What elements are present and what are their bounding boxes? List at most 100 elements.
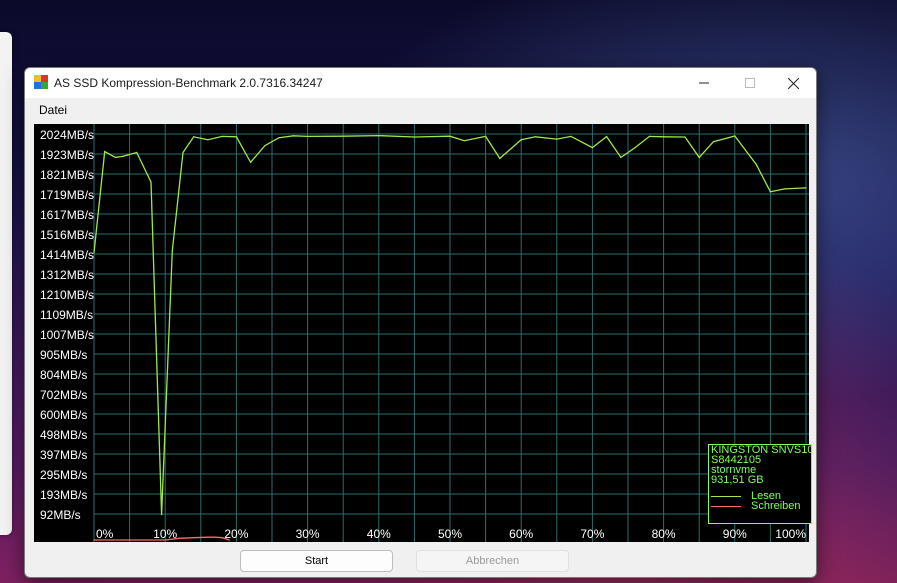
point-lesen <box>193 136 195 138</box>
minimize-icon <box>699 82 709 84</box>
point-lesen <box>121 155 124 158</box>
point-lesen <box>207 139 209 141</box>
point-schreiben <box>93 539 95 541</box>
background-window[interactable] <box>0 32 12 535</box>
y-tick-label: 397MB/s <box>40 448 87 462</box>
y-tick-label: 2024MB/s <box>40 128 94 142</box>
y-tick-label: 1007MB/s <box>40 328 94 342</box>
x-tick-label: 20% <box>224 527 248 541</box>
drive-legend: KINGSTON SNVS1000G S8442105 stornvme 931… <box>708 444 812 524</box>
point-schreiben <box>207 536 209 538</box>
y-tick-label: 1719MB/s <box>40 188 94 202</box>
y-tick-label: 1414MB/s <box>40 248 94 262</box>
point-lesen <box>221 135 223 137</box>
y-tick-label: 1821MB/s <box>40 168 94 182</box>
y-tick-label: 1210MB/s <box>40 288 94 302</box>
y-tick-label: 1923MB/s <box>40 148 94 162</box>
point-lesen <box>755 163 757 165</box>
point-lesen <box>606 135 608 138</box>
y-tick-label: 295MB/s <box>40 468 87 482</box>
point-lesen <box>684 136 686 138</box>
point-lesen <box>570 135 572 137</box>
y-tick-label: 498MB/s <box>40 428 87 442</box>
point-lesen <box>136 151 138 154</box>
point-lesen <box>634 146 636 149</box>
point-lesen <box>663 136 665 138</box>
maximize-icon <box>745 78 755 88</box>
x-tick-label: 60% <box>509 527 533 541</box>
point-schreiben <box>178 537 181 539</box>
y-tick-label: 92MB/s <box>40 508 81 522</box>
menu-bar: Datei <box>25 98 816 122</box>
point-lesen <box>264 145 266 147</box>
y-tick-label: 702MB/s <box>40 388 87 402</box>
x-tick-label: 70% <box>580 527 604 541</box>
point-lesen <box>520 139 522 141</box>
point-lesen <box>150 181 152 183</box>
chart-svg: 2024MB/s 1923MB/s 1821MB/s 1719MB/s 1617MB/s… <box>40 124 809 542</box>
legend-entry-write: Schreiben <box>709 500 811 512</box>
point-schreiben <box>221 537 223 539</box>
x-tick-label: 100% <box>775 527 806 541</box>
point-lesen <box>556 138 558 140</box>
y-tick-label: 1516MB/s <box>40 228 94 242</box>
x-tick-label: 50% <box>438 527 462 541</box>
point-lesen <box>712 141 715 143</box>
window-title: AS SSD Kompression-Benchmark 2.0.7316.34… <box>54 76 323 90</box>
legend-write-swatch <box>711 506 741 507</box>
x-tick-label: 90% <box>723 527 747 541</box>
y-tick-label: 905MB/s <box>40 348 87 362</box>
point-lesen <box>292 135 294 137</box>
point-lesen <box>93 252 95 254</box>
point-lesen <box>769 191 772 193</box>
point-lesen <box>534 136 537 138</box>
point-lesen <box>734 135 736 137</box>
point-lesen <box>620 156 622 159</box>
y-tick-label: 193MB/s <box>40 488 87 502</box>
point-lesen <box>463 140 465 142</box>
point-lesen <box>342 135 344 137</box>
y-tick-label: 1617MB/s <box>40 208 94 222</box>
menu-datei[interactable]: Datei <box>39 103 67 117</box>
point-lesen <box>805 187 807 189</box>
minimize-button[interactable] <box>681 68 727 98</box>
x-tick-label: 0% <box>96 527 114 541</box>
point-lesen <box>307 135 309 137</box>
point-lesen <box>449 135 451 137</box>
point-lesen <box>278 137 280 139</box>
y-tick-label: 804MB/s <box>40 368 87 382</box>
app-window: AS SSD Kompression-Benchmark 2.0.7316.34… <box>24 67 817 578</box>
y-tick-label: 600MB/s <box>40 408 87 422</box>
legend-write-label: Schreiben <box>751 500 801 512</box>
point-lesen <box>161 513 163 516</box>
point-schreiben <box>164 539 166 541</box>
x-tick-label: 30% <box>296 527 320 541</box>
point-schreiben <box>129 539 131 541</box>
point-lesen <box>499 157 501 159</box>
y-tick-label: 1109MB/s <box>40 308 93 322</box>
maximize-button[interactable] <box>727 68 773 98</box>
point-schreiben <box>150 539 152 541</box>
point-lesen <box>413 136 415 138</box>
close-button[interactable] <box>770 68 816 98</box>
point-schreiben <box>193 537 195 539</box>
point-schreiben <box>228 539 230 541</box>
x-tick-label: 80% <box>652 527 676 541</box>
point-lesen <box>114 156 116 159</box>
point-lesen <box>485 135 487 137</box>
point-lesen <box>250 161 252 163</box>
point-lesen <box>182 151 184 154</box>
abort-button[interactable]: Abbrechen <box>416 550 569 572</box>
point-lesen <box>171 250 173 252</box>
point-lesen <box>378 134 380 137</box>
start-button[interactable]: Start <box>240 550 393 572</box>
point-lesen <box>648 135 650 137</box>
point-lesen <box>698 156 700 159</box>
title-bar[interactable]: AS SSD Kompression-Benchmark 2.0.7316.34… <box>25 68 816 98</box>
app-icon <box>34 75 48 89</box>
point-schreiben <box>214 536 216 538</box>
legend-read-swatch <box>711 496 741 497</box>
close-icon <box>787 77 799 89</box>
point-lesen <box>235 136 237 138</box>
x-tick-label: 40% <box>367 527 391 541</box>
